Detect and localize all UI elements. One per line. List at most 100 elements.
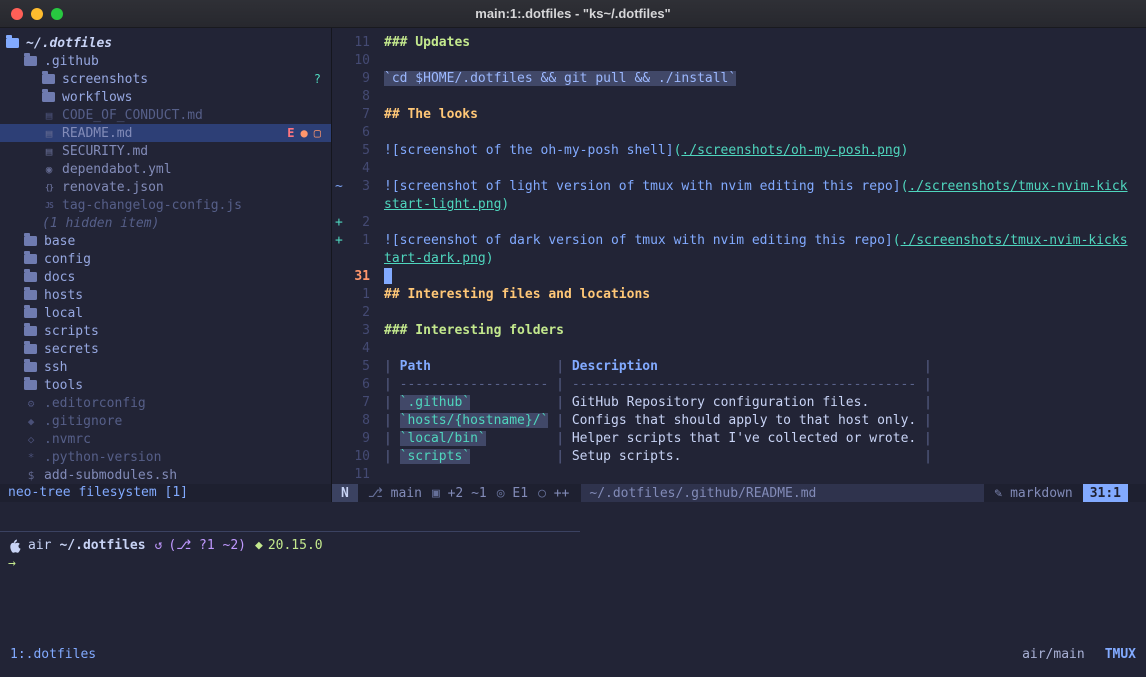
gutter-sign — [332, 340, 346, 358]
folder-icon — [24, 236, 37, 246]
editor-line[interactable]: 7## The looks — [332, 106, 1146, 124]
tree-item-docs[interactable]: docs — [0, 268, 331, 286]
tree-item-label: scripts — [44, 324, 99, 339]
line-number: 31 — [346, 268, 370, 286]
tree-item-label: README.md — [62, 126, 132, 141]
tree-item-secrets[interactable]: secrets — [0, 340, 331, 358]
editor-line[interactable]: 6 — [332, 124, 1146, 142]
tree-item-add-submodules.sh[interactable]: $add-submodules.sh — [0, 466, 331, 484]
zoom-button[interactable] — [51, 8, 63, 20]
tree-item-local[interactable]: local — [0, 304, 331, 322]
tree-item-readme.md[interactable]: ▤ README.md E●▢ — [0, 124, 331, 142]
tree-item-label: renovate.json — [62, 180, 164, 195]
tree-item-tag-changelog-config.js[interactable]: JStag-changelog-config.js — [0, 196, 331, 214]
tree-item-base[interactable]: base — [0, 232, 331, 250]
prompt-cwd: ~/.dotfiles — [59, 537, 145, 555]
editor-line[interactable]: 1## Interesting files and locations — [332, 286, 1146, 304]
editor-line[interactable]: 9| `local/bin` | Helper scripts that I'v… — [332, 430, 1146, 448]
editor-line[interactable]: 8| `hosts/{hostname}/` | Configs that sh… — [332, 412, 1146, 430]
editor-line[interactable]: 7| `.github` | GitHub Repository configu… — [332, 394, 1146, 412]
tree-item-config[interactable]: config — [0, 250, 331, 268]
tree-item-label: local — [44, 306, 83, 321]
folder-icon — [24, 290, 37, 300]
json-file-icon: {} — [42, 183, 56, 192]
md-file-icon: ▤ — [42, 109, 56, 122]
line-content: ## Interesting files and locations — [370, 286, 650, 304]
tree-item-.editorconfig[interactable]: ⚙.editorconfig — [0, 394, 331, 412]
line-number: 7 — [346, 394, 370, 412]
editor-line[interactable]: 5![screenshot of the oh-my-posh shell](.… — [332, 142, 1146, 160]
tree-item-label: .github — [44, 54, 99, 69]
tree-item-renovate.json[interactable]: {} renovate.json — [0, 178, 331, 196]
tmux-window-tab[interactable]: 1:.dotfiles — [10, 646, 96, 664]
editor-line[interactable]: 5| Path | Description | — [332, 358, 1146, 376]
line-content: ## The looks — [370, 106, 478, 124]
tree-item-security.md[interactable]: ▤SECURITY.md — [0, 142, 331, 160]
prompt-arrow-icon: → — [8, 555, 16, 573]
tree-item-screenshots[interactable]: screenshots? — [0, 70, 331, 88]
tree-item-hosts[interactable]: hosts — [0, 286, 331, 304]
editor-line[interactable]: 6| ------------------- | ---------------… — [332, 376, 1146, 394]
editor-line[interactable]: 3### Interesting folders — [332, 322, 1146, 340]
tree-item-tools[interactable]: tools — [0, 376, 331, 394]
status-marker: ? — [314, 72, 321, 86]
editor-line[interactable]: 11 — [332, 466, 1146, 484]
close-button[interactable] — [11, 8, 23, 20]
gutter-sign — [332, 322, 346, 340]
line-content: ### Interesting folders — [370, 322, 564, 340]
file-tree: ~/.dotfiles.githubscreenshots?workflows▤… — [0, 28, 331, 484]
node-version: 20.15.0 — [268, 537, 323, 555]
tree-item-dependabot.yml[interactable]: ◉dependabot.yml — [0, 160, 331, 178]
gutter-sign — [332, 160, 346, 178]
editor-line[interactable]: +2 — [332, 214, 1146, 232]
tree-item--.dotfiles[interactable]: ~/.dotfiles — [0, 34, 331, 52]
editor-line[interactable]: 4 — [332, 340, 1146, 358]
md-file-icon: ▤ — [42, 127, 56, 140]
tree-item-.github[interactable]: .github — [0, 52, 331, 70]
line-number: 8 — [346, 412, 370, 430]
line-number: 2 — [346, 214, 370, 232]
gutter-sign — [332, 106, 346, 124]
line-number: 3 — [346, 178, 370, 196]
tmux-pane-border[interactable] — [0, 531, 580, 532]
editor-line[interactable]: 31 — [332, 268, 1146, 286]
editor-line[interactable]: 10 — [332, 52, 1146, 70]
editor-line[interactable]: 9`cd $HOME/.dotfiles && git pull && ./in… — [332, 70, 1146, 88]
tree-item-label: .nvmrc — [44, 432, 91, 447]
gutter-sign — [332, 286, 346, 304]
tree-item-code-of-conduct.md[interactable]: ▤CODE_OF_CONDUCT.md — [0, 106, 331, 124]
js-file-icon: JS — [42, 201, 56, 210]
editor-line[interactable]: 11### Updates — [332, 34, 1146, 52]
line-content — [370, 340, 384, 358]
editor-line[interactable]: tart-dark.png) — [332, 250, 1146, 268]
minimize-button[interactable] — [31, 8, 43, 20]
editor-line[interactable]: ~3![screenshot of light version of tmux … — [332, 178, 1146, 196]
editor-line[interactable]: 4 — [332, 160, 1146, 178]
editor-line[interactable]: 8 — [332, 88, 1146, 106]
folder-icon — [6, 38, 19, 48]
editor-line[interactable]: 10| `scripts` | Setup scripts. | — [332, 448, 1146, 466]
updates-segment: ○ ++ — [538, 486, 569, 501]
editor-line[interactable]: 2 — [332, 304, 1146, 322]
tree-item-.nvmrc[interactable]: ◇.nvmrc — [0, 430, 331, 448]
tree-item-.python-version[interactable]: *.python-version — [0, 448, 331, 466]
line-content — [370, 214, 384, 232]
line-content: | `hosts/{hostname}/` | Configs that sho… — [370, 412, 932, 430]
tree-item-label: hosts — [44, 288, 83, 303]
diagnostics-count: E1 — [512, 486, 528, 501]
tree-item-.gitignore[interactable]: ◆.gitignore — [0, 412, 331, 430]
tree-item-workflows[interactable]: workflows — [0, 88, 331, 106]
line-content: `cd $HOME/.dotfiles && git pull && ./ins… — [370, 70, 736, 88]
tree-item-scripts[interactable]: scripts — [0, 322, 331, 340]
editor-buffer[interactable]: 11### Updates 10 9`cd $HOME/.dotfiles &&… — [332, 28, 1146, 484]
git-status-markers: E●▢ — [287, 126, 331, 140]
traffic-lights — [11, 0, 63, 27]
gutter-sign: + — [332, 214, 346, 232]
neo-tree-statusline: neo-tree filesystem [1] — [0, 484, 331, 502]
tree-item-ssh[interactable]: ssh — [0, 358, 331, 376]
gutter-sign — [332, 358, 346, 376]
editor-line[interactable]: start-light.png) — [332, 196, 1146, 214]
line-number: 4 — [346, 160, 370, 178]
editor-line[interactable]: +1![screenshot of dark version of tmux w… — [332, 232, 1146, 250]
line-content — [370, 124, 384, 142]
